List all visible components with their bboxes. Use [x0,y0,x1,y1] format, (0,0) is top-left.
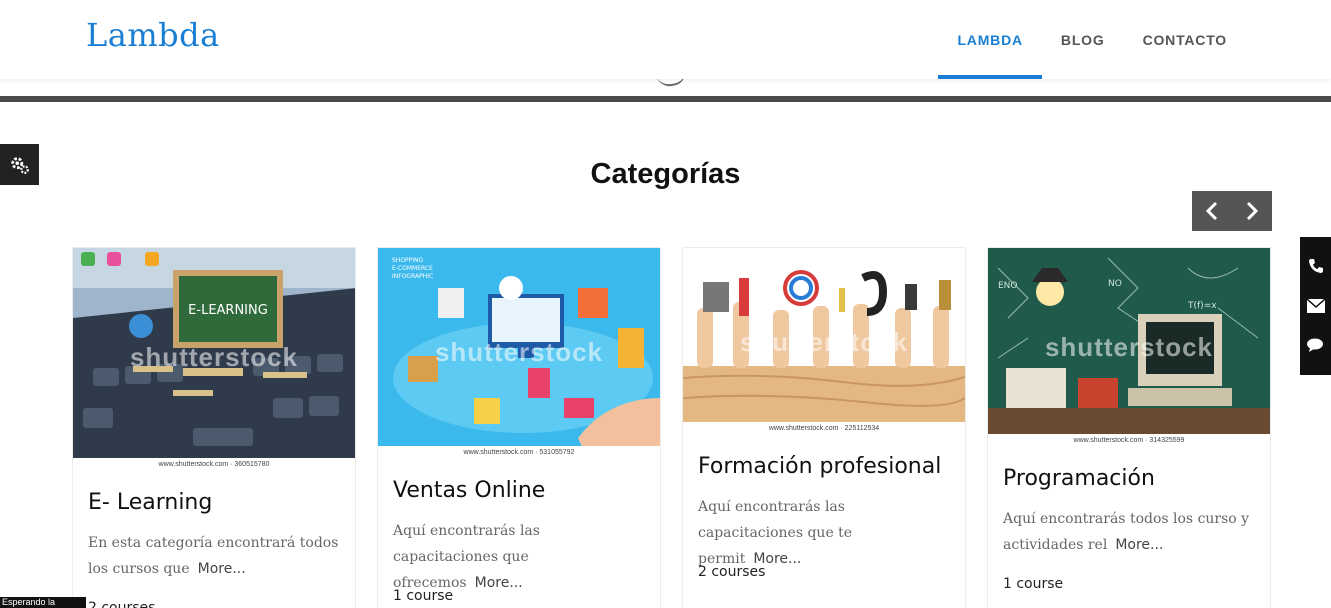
image-credit: www.shutterstock.com · 314325599 [988,434,1270,448]
category-image[interactable]: SHOPPING E-COMMERCE INFOGRAPHIC shutters… [378,248,660,460]
card-title[interactable]: E- Learning [88,490,212,515]
chevron-right-icon [1246,201,1259,221]
svg-text:T(f)=x: T(f)=x [1187,301,1217,311]
card-title[interactable]: Programación [1003,466,1155,491]
card-description: Aquí encontrarás las capacitaciones que … [698,494,953,572]
loading-status: Esperando la [0,597,86,608]
svg-text:SHOPPING: SHOPPING [392,257,424,264]
categories-title: Categorías [590,158,741,190]
svg-text:ENO: ENO [998,281,1018,291]
watermark-text: shutterstock [129,342,299,373]
more-link[interactable]: More... [475,575,523,591]
category-image[interactable]: ENO NO T(f)=x shutterstock www.shutterst… [988,248,1270,448]
carousel-prev-button[interactable] [1192,191,1232,231]
svg-text:INFOGRAPHIC: INFOGRAPHIC [392,273,433,280]
card-description: En esta categoría encontrará todos los c… [88,530,343,582]
course-count: 2 courses [88,600,156,608]
course-count: 1 course [1003,576,1064,592]
category-image[interactable]: shutterstock www.shutterstock.com · 2251… [683,248,965,436]
mail-icon[interactable] [1306,298,1325,313]
card-description: Aquí encontrarás todos los curso y activ… [1003,506,1258,558]
image-credit: www.shutterstock.com · 531055792 [378,446,660,460]
card-description: Aquí encontrarás las capacitaciones que … [393,518,648,596]
more-link[interactable]: More... [1115,537,1163,553]
site-logo[interactable]: Lambda [86,16,220,54]
site-header: Lambda LAMBDA BLOG CONTACTO [0,0,1331,79]
carousel-controls [1192,191,1272,231]
svg-text:E-LEARNING: E-LEARNING [188,303,268,318]
phone-icon[interactable] [1308,258,1324,274]
card-title[interactable]: Ventas Online [393,478,545,503]
nav-contacto[interactable]: CONTACTO [1124,0,1246,79]
carousel-next-button[interactable] [1232,191,1272,231]
watermark-text: shutterstock [434,337,604,368]
category-card[interactable]: E-LEARNING shutterstock www.shutterstock… [72,247,356,608]
card-title[interactable]: Formación profesional [698,454,941,479]
chat-icon[interactable] [1306,338,1325,354]
course-count: 2 courses [698,564,766,580]
watermark-text: shutterstock [1044,332,1214,362]
course-count: 1 course [393,588,454,604]
chevron-left-icon [1205,201,1218,221]
category-card[interactable]: SHOPPING E-COMMERCE INFOGRAPHIC shutters… [377,247,661,608]
image-credit: www.shutterstock.com · 360515780 [73,458,355,472]
svg-text:E-COMMERCE: E-COMMERCE [392,265,433,272]
image-credit: www.shutterstock.com · 225112534 [683,422,965,436]
nav-lambda[interactable]: LAMBDA [938,0,1043,79]
nav-blog[interactable]: BLOG [1042,0,1124,79]
category-image[interactable]: E-LEARNING shutterstock www.shutterstock… [73,248,355,472]
main-nav: LAMBDA BLOG CONTACTO [938,0,1246,79]
watermark-text: shutterstock [739,326,909,357]
category-card[interactable]: ENO NO T(f)=x shutterstock www.shutterst… [987,247,1271,608]
more-link[interactable]: More... [198,561,246,577]
svg-text:NO: NO [1108,279,1122,289]
contact-sidebar [1300,237,1331,375]
category-card[interactable]: shutterstock www.shutterstock.com · 2251… [682,247,966,608]
section-divider [0,96,1331,102]
